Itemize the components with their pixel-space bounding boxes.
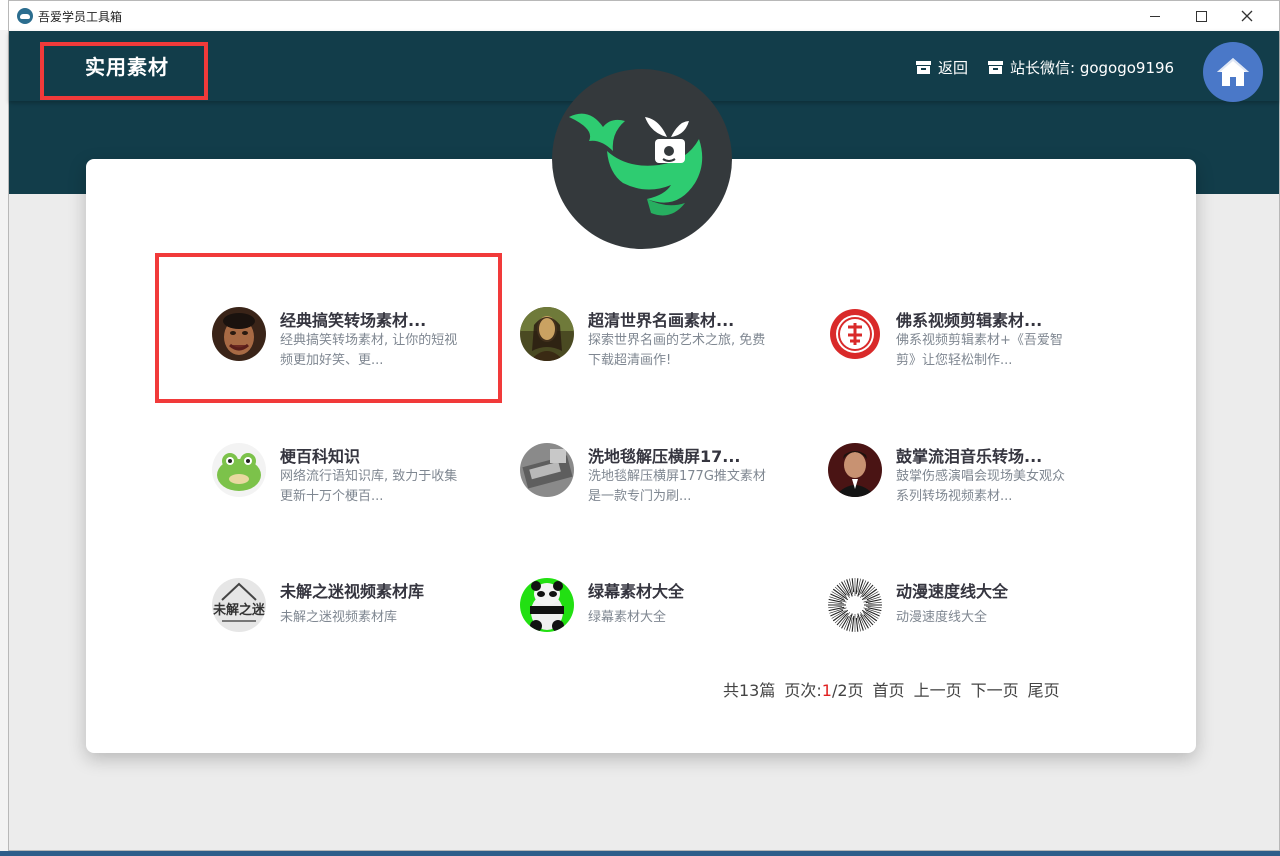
- pager-next[interactable]: 下一页: [971, 677, 1019, 701]
- item-title: 超清世界名画素材...: [588, 311, 735, 330]
- mystery-avatar-label: 未解之迷: [212, 602, 266, 618]
- item-avatar: [520, 443, 574, 497]
- app-window: 吾爱学员工具箱 实用素材 返回 站长微信: gogogo9196 经典搞笑转场素…: [8, 0, 1280, 851]
- home-icon: [1217, 58, 1249, 86]
- item-desc: 未解之迷视频素材库: [280, 610, 398, 625]
- item-title: 梗百科知识: [280, 447, 361, 466]
- maximize-button[interactable]: [1178, 1, 1224, 31]
- back-label: 返回: [938, 59, 969, 77]
- item-title: 绿幕素材大全: [588, 582, 685, 601]
- item-avatar: [828, 307, 882, 361]
- list-item[interactable]: 未解之迷 未解之迷视频素材库 未解之迷视频素材库: [212, 578, 512, 658]
- back-link[interactable]: 返回: [916, 57, 968, 78]
- wechat-label: 站长微信: gogogo9196: [1010, 59, 1175, 77]
- wechat-link[interactable]: 站长微信: gogogo9196: [988, 57, 1174, 78]
- list-item[interactable]: 动漫速度线大全 动漫速度线大全: [828, 578, 1128, 658]
- home-button[interactable]: [1203, 42, 1263, 102]
- item-desc: 洗地毯解压横屏177G推文素材是一款专门为刷...: [588, 469, 766, 504]
- item-desc: 绿幕素材大全: [588, 610, 667, 625]
- item-avatar: [828, 443, 882, 497]
- taskbar-edge: [0, 851, 1280, 856]
- whale-logo-icon: [569, 113, 703, 216]
- item-desc: 鼓掌伤感演唱会现场美女观众系列转场视频素材...: [896, 469, 1066, 504]
- site-logo: [552, 69, 732, 249]
- pagination: 共13篇 页次:1/2页 首页 上一页 下一页 尾页: [723, 677, 1060, 701]
- item-desc: 佛系视频剪辑素材+《吾爱智剪》让您轻松制作...: [896, 333, 1063, 368]
- minimize-button[interactable]: [1132, 1, 1178, 31]
- item-desc: 探索世界名画的艺术之旅, 免费下载超清画作!: [588, 333, 766, 368]
- pager-current: 1: [821, 681, 832, 700]
- item-title: 佛系视频剪辑素材...: [896, 311, 1043, 330]
- list-item[interactable]: 梗百科知识 网络流行语知识库, 致力于收集更新十万个梗百...: [212, 443, 512, 523]
- pager-first[interactable]: 首页: [873, 677, 905, 701]
- title-highlight-box: [40, 42, 208, 100]
- item-avatar: [520, 578, 574, 632]
- desktop-edge: [0, 30, 8, 856]
- list-item[interactable]: 佛系视频剪辑素材... 佛系视频剪辑素材+《吾爱智剪》让您轻松制作...: [828, 307, 1128, 387]
- close-button[interactable]: [1224, 1, 1270, 31]
- pager-page-info: 页次:1/2页: [784, 681, 864, 700]
- item-avatar: 未解之迷: [212, 578, 266, 632]
- item-desc: 动漫速度线大全: [896, 610, 988, 625]
- app-icon: [17, 8, 33, 24]
- item-title: 鼓掌流泪音乐转场...: [896, 447, 1043, 466]
- item-avatar: [212, 443, 266, 497]
- archive-box-icon: [988, 61, 1003, 74]
- window-title: 吾爱学员工具箱: [38, 10, 123, 24]
- archive-box-icon: [916, 61, 931, 74]
- list-item[interactable]: 洗地毯解压横屏17... 洗地毯解压横屏177G推文素材是一款专门为刷...: [520, 443, 820, 523]
- item-title: 洗地毯解压横屏17...: [588, 447, 741, 466]
- pager-total: 共13篇: [723, 681, 776, 700]
- pager-last[interactable]: 尾页: [1028, 677, 1060, 701]
- item-avatar: [520, 307, 574, 361]
- list-item[interactable]: 绿幕素材大全 绿幕素材大全: [520, 578, 820, 658]
- item-desc: 网络流行语知识库, 致力于收集更新十万个梗百...: [280, 469, 458, 504]
- item-highlight-box: [155, 253, 502, 403]
- list-item[interactable]: 鼓掌流泪音乐转场... 鼓掌伤感演唱会现场美女观众系列转场视频素材...: [828, 443, 1128, 523]
- close-icon: [1241, 10, 1253, 22]
- pager-prev[interactable]: 上一页: [914, 677, 962, 701]
- list-item[interactable]: 超清世界名画素材... 探索世界名画的艺术之旅, 免费下载超清画作!: [520, 307, 820, 387]
- item-avatar: [828, 578, 882, 632]
- item-title: 未解之迷视频素材库: [280, 582, 425, 601]
- window-titlebar[interactable]: 吾爱学员工具箱: [9, 1, 1279, 31]
- item-title: 动漫速度线大全: [896, 582, 1009, 601]
